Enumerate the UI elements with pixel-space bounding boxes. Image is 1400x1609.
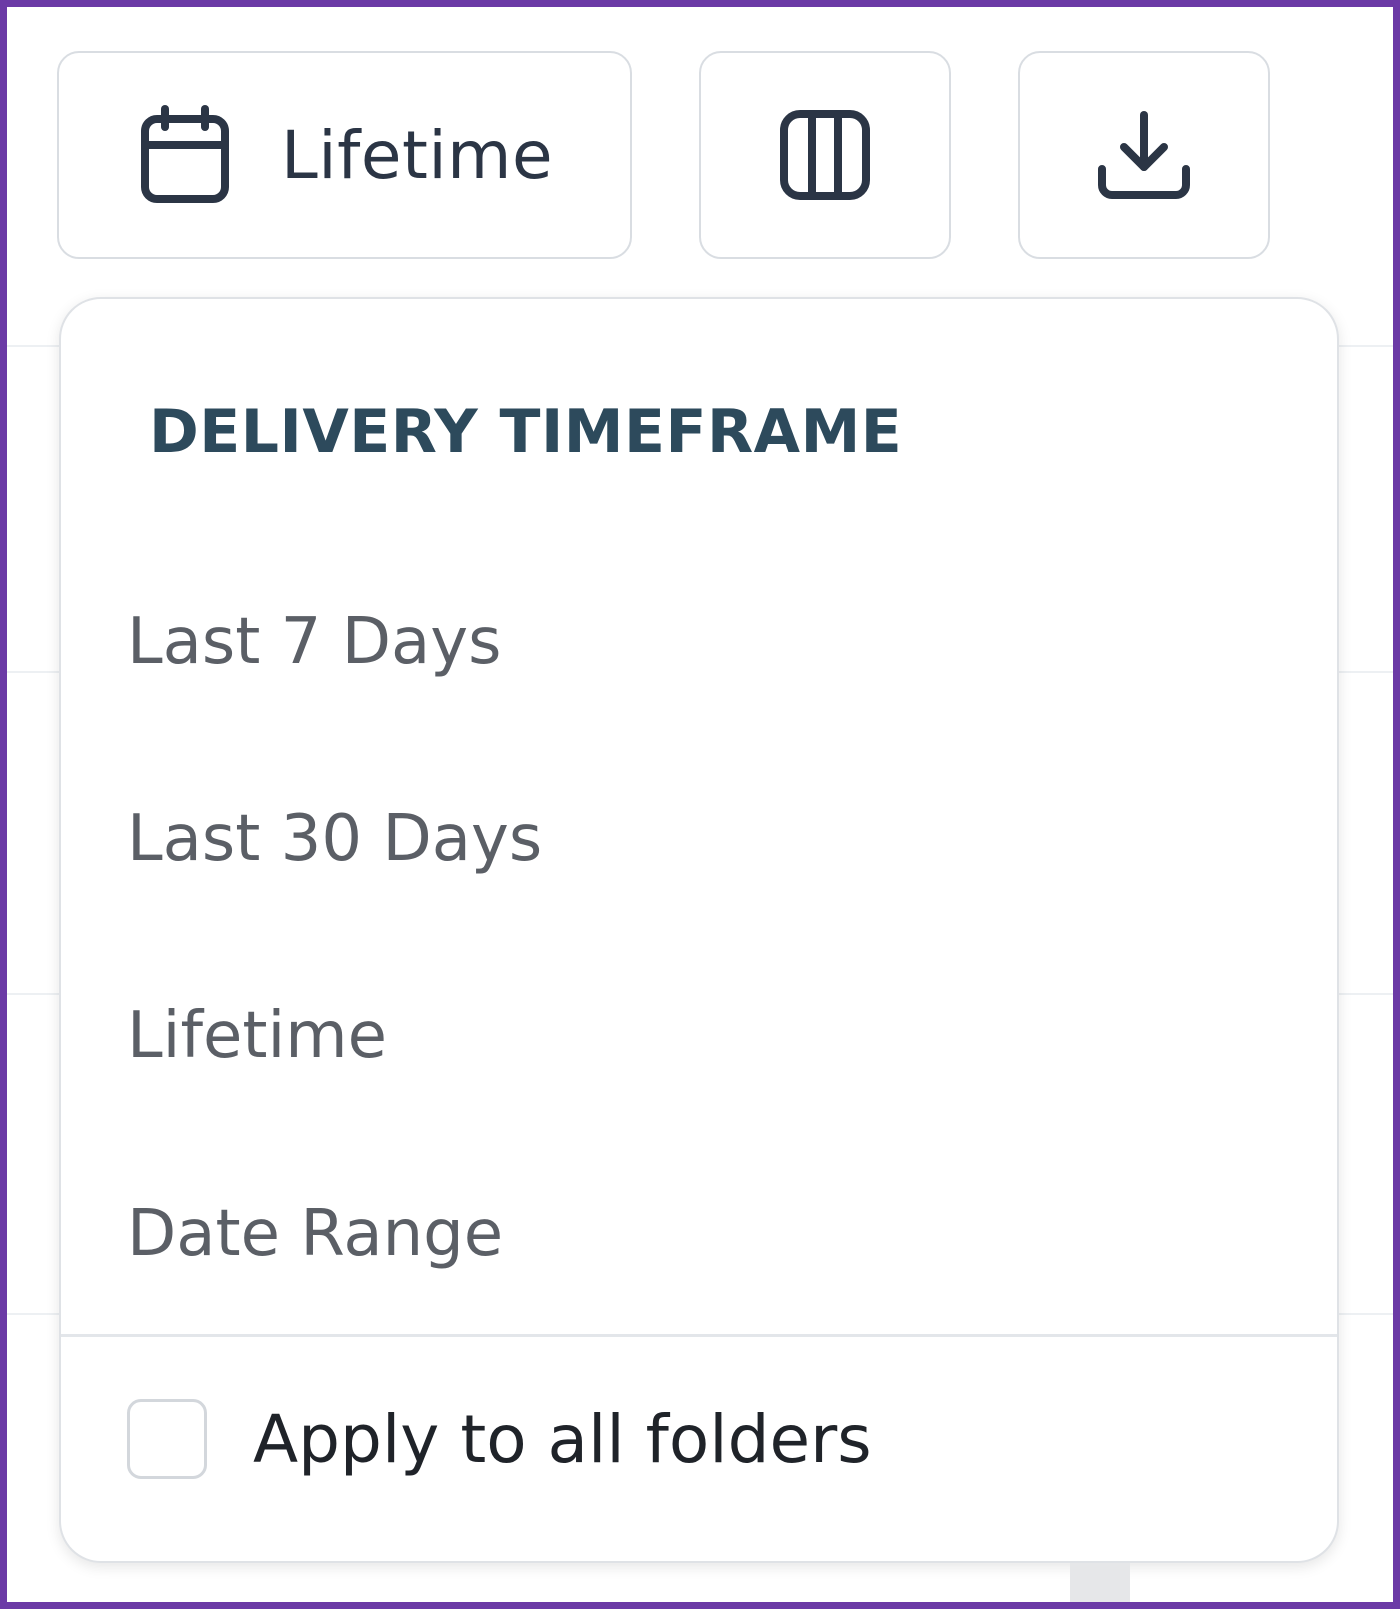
apply-all-folders-row[interactable]: Apply to all folders (127, 1399, 872, 1479)
option-lifetime[interactable]: Lifetime (127, 999, 387, 1073)
download-button[interactable] (1018, 51, 1270, 259)
apply-all-folders-checkbox[interactable] (127, 1399, 207, 1479)
apply-all-folders-label: Apply to all folders (253, 1400, 872, 1478)
calendar-icon (139, 105, 231, 205)
download-icon (1096, 109, 1192, 201)
columns-button[interactable] (699, 51, 951, 259)
timeframe-button-label: Lifetime (281, 116, 554, 194)
timeframe-button[interactable]: Lifetime (57, 51, 632, 259)
columns-icon (779, 109, 871, 201)
scrollbar-thumb[interactable] (1070, 1563, 1130, 1602)
dropdown-divider (61, 1334, 1337, 1337)
option-date-range[interactable]: Date Range (127, 1197, 503, 1271)
dropdown-heading: DELIVERY TIMEFRAME (149, 397, 903, 467)
timeframe-dropdown: DELIVERY TIMEFRAME Last 7 Days Last 30 D… (59, 297, 1339, 1563)
option-last-7-days[interactable]: Last 7 Days (127, 605, 501, 679)
option-last-30-days[interactable]: Last 30 Days (127, 802, 542, 876)
